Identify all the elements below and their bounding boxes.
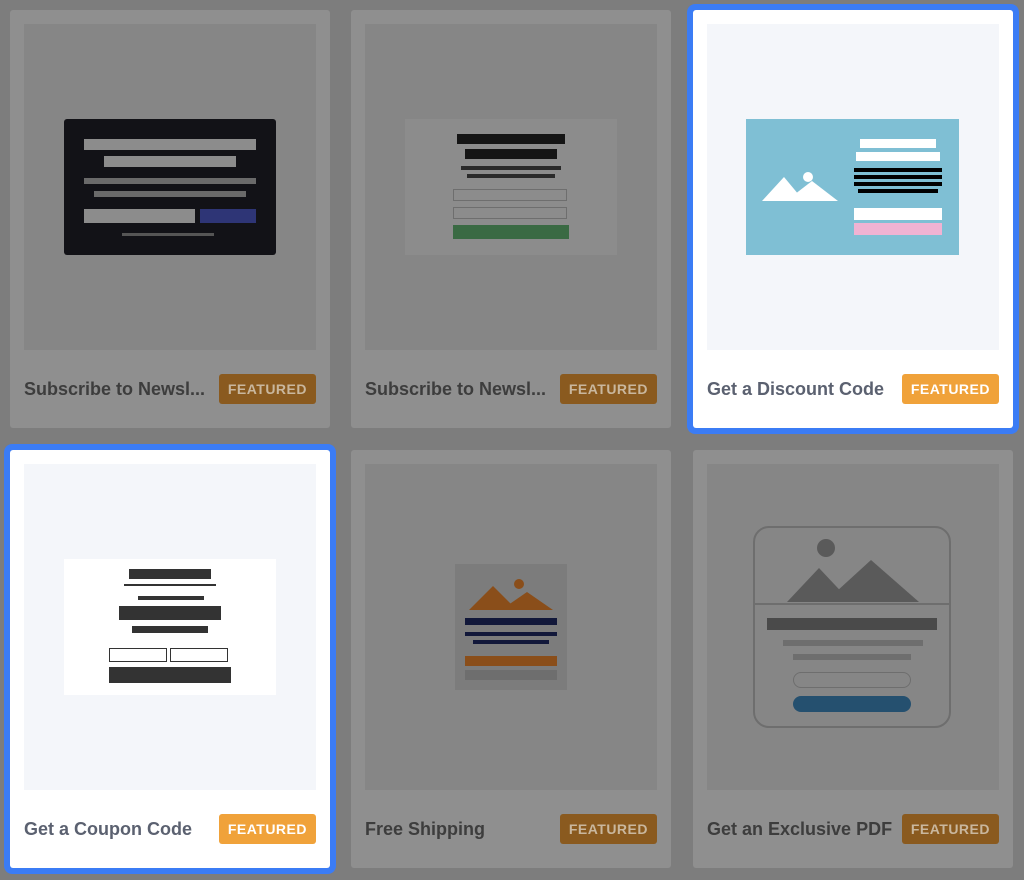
template-title: Get an Exclusive PDF	[707, 819, 893, 839]
template-preview	[365, 464, 657, 790]
exclusive-pdf-thumbnail	[753, 526, 951, 728]
template-title: Subscribe to Newsl...	[365, 379, 547, 399]
template-title: Subscribe to Newsl...	[24, 379, 206, 399]
mountain-image-icon	[469, 579, 553, 610]
template-title: Get a Discount Code	[707, 379, 885, 399]
featured-badge: FEATURED	[218, 814, 316, 844]
coupon-code-thumbnail	[64, 559, 276, 695]
template-preview	[365, 24, 657, 350]
template-preview	[707, 24, 999, 350]
template-title: Free Shipping	[365, 819, 486, 839]
discount-code-thumbnail	[746, 119, 959, 255]
featured-badge: FEATURED	[559, 374, 657, 404]
free-shipping-thumbnail	[455, 564, 567, 690]
mountain-image-icon	[755, 539, 949, 605]
template-card-exclusive-pdf[interactable]: Get an Exclusive PDF FEATURED	[693, 450, 1013, 868]
newsletter-dark-thumbnail	[64, 119, 276, 255]
template-card-subscribe-light[interactable]: Subscribe to Newsl... FEATURED	[351, 10, 671, 428]
template-preview	[24, 24, 316, 350]
newsletter-light-thumbnail	[405, 119, 617, 255]
template-preview	[707, 464, 999, 790]
featured-badge: FEATURED	[218, 374, 316, 404]
template-preview	[24, 464, 316, 790]
template-card-coupon-code[interactable]: Get a Coupon Code FEATURED	[10, 450, 330, 868]
template-card-discount-code[interactable]: Get a Discount Code FEATURED	[693, 10, 1013, 428]
featured-badge: FEATURED	[559, 814, 657, 844]
featured-badge: FEATURED	[901, 374, 999, 404]
template-card-free-shipping[interactable]: Free Shipping FEATURED	[351, 450, 671, 868]
featured-badge: FEATURED	[901, 814, 999, 844]
template-title: Get a Coupon Code	[24, 819, 192, 839]
template-card-subscribe-dark[interactable]: Subscribe to Newsl... FEATURED	[10, 10, 330, 428]
